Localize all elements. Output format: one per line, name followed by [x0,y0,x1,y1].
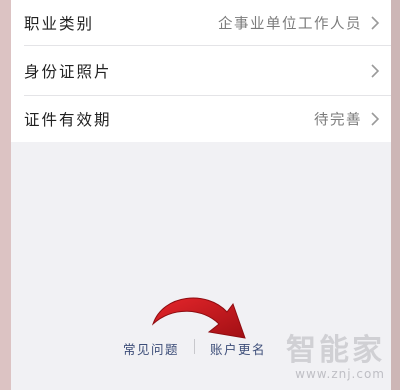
watermark: 智能家 www.znj.com [286,325,385,381]
device-frame-right [391,0,400,390]
screen: 职业类别 企事业单位工作人员 身份证照片 证件有效期 待完善 常见问题 账户更名 [11,0,391,390]
watermark-text: 智能家 [286,333,385,368]
row-occupation[interactable]: 职业类别 企事业单位工作人员 [11,0,391,45]
profile-list: 职业类别 企事业单位工作人员 身份证照片 证件有效期 待完善 [11,0,391,142]
device-frame-left [0,0,11,390]
row-id-validity[interactable]: 证件有效期 待完善 [11,96,391,141]
row-label: 身份证照片 [24,62,112,81]
chevron-right-icon [371,111,380,126]
curved-arrow-icon [151,297,246,339]
chevron-right-icon [371,15,380,30]
row-id-photo[interactable]: 身份证照片 [11,48,391,93]
row-label: 职业类别 [24,14,95,33]
row-value: 企事业单位工作人员 [218,16,362,32]
divider [24,45,391,46]
chevron-right-icon [371,63,380,78]
row-label: 证件有效期 [24,110,112,129]
watermark-url: www.znj.com [295,367,385,381]
row-value: 待完善 [314,112,362,128]
